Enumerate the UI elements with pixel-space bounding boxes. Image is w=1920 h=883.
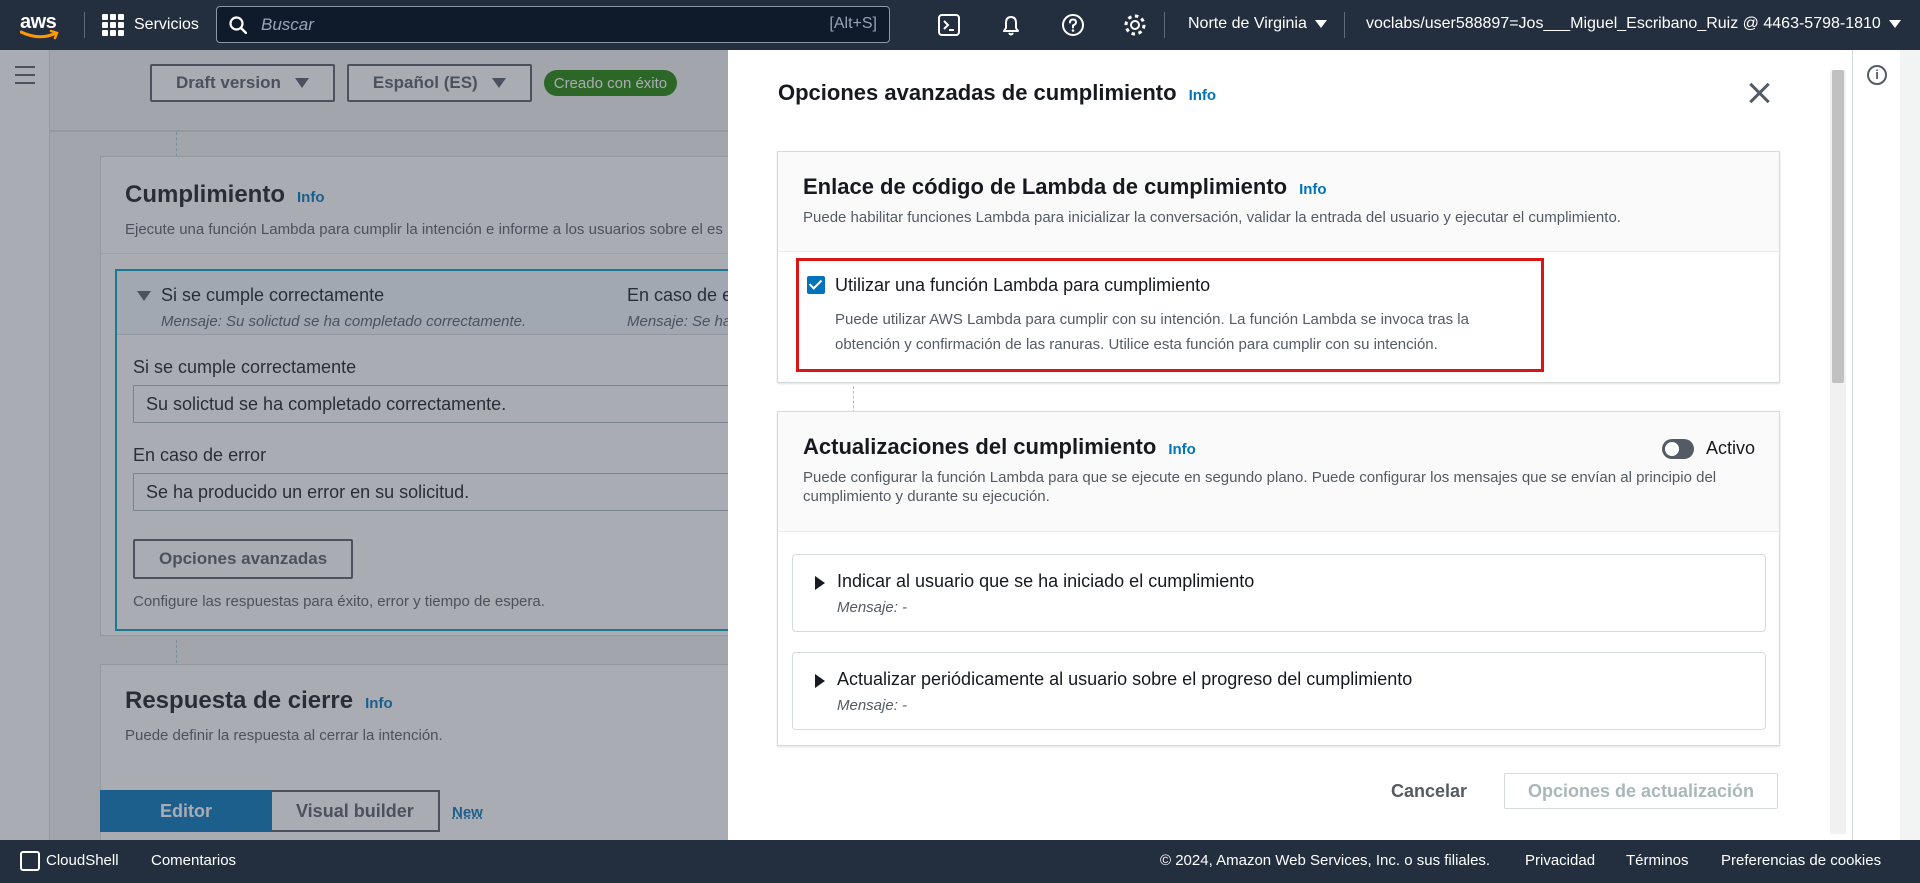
footer-privacy[interactable]: Privacidad bbox=[1525, 852, 1595, 869]
section-title: Indicar al usuario que se ha iniciado el… bbox=[837, 571, 1255, 591]
services-grid-icon bbox=[102, 14, 124, 36]
cloudshell-icon[interactable] bbox=[936, 12, 962, 38]
footer: CloudShell Comentarios © 2024, Amazon We… bbox=[0, 840, 1920, 883]
search-icon bbox=[229, 16, 247, 34]
section-message: Mensaje: - bbox=[837, 697, 908, 714]
footer-copyright: © 2024, Amazon Web Services, Inc. o sus … bbox=[1160, 852, 1491, 869]
advanced-options-panel: Opciones avanzadas de cumplimiento Info … bbox=[728, 50, 1898, 840]
info-link[interactable]: Info bbox=[1168, 441, 1196, 458]
nav-separator bbox=[1344, 12, 1345, 38]
account-menu[interactable]: voclabs/user588897=Jos___Miguel_Escriban… bbox=[1366, 15, 1901, 33]
search-input[interactable] bbox=[261, 13, 761, 37]
right-rail: i bbox=[1852, 50, 1900, 840]
gear-icon[interactable] bbox=[1122, 12, 1148, 38]
panel-title: Opciones avanzadas de cumplimiento bbox=[778, 80, 1177, 105]
lambda-checkbox-label[interactable]: Utilizar una función Lambda para cumplim… bbox=[835, 275, 1210, 296]
caret-down-icon bbox=[1888, 20, 1901, 28]
services-menu-button[interactable]: Servicios bbox=[102, 14, 199, 36]
lambda-checkbox-highlight: Utilizar una función Lambda para cumplim… bbox=[796, 258, 1544, 372]
footer-cloudshell[interactable]: CloudShell bbox=[46, 852, 119, 869]
services-label: Servicios bbox=[134, 16, 199, 33]
region-label: Norte de Virginia bbox=[1188, 15, 1307, 32]
bell-icon[interactable] bbox=[998, 12, 1024, 38]
lambda-desc-line-2: obtención y confirmación de las ranuras.… bbox=[835, 336, 1438, 353]
toggle-label: Activo bbox=[1705, 438, 1755, 458]
cancel-button[interactable]: Cancelar bbox=[1364, 773, 1494, 809]
toggle-switch[interactable] bbox=[1661, 438, 1694, 459]
lambda-desc-line-1: Puede utilizar AWS Lambda para cumplir c… bbox=[835, 311, 1469, 328]
region-selector[interactable]: Norte de Virginia bbox=[1188, 15, 1327, 33]
section-message: Mensaje: - bbox=[837, 599, 908, 616]
caret-right-icon bbox=[815, 674, 825, 688]
lambda-checkbox[interactable] bbox=[807, 276, 825, 294]
section-title: Actualizar periódicamente al usuario sob… bbox=[837, 669, 1413, 689]
scrollbar-thumb[interactable] bbox=[1832, 70, 1844, 383]
lambda-card-title: Enlace de código de Lambda de cumplimien… bbox=[803, 174, 1288, 199]
updates-card-header: Actualizaciones del cumplimiento Info Pu… bbox=[778, 412, 1779, 532]
active-toggle[interactable]: Activo bbox=[1661, 438, 1755, 459]
lambda-checkbox-description: Puede utilizar AWS Lambda para cumplir c… bbox=[835, 307, 1495, 357]
update-options-button[interactable]: Opciones de actualización bbox=[1504, 773, 1778, 809]
start-update-section[interactable]: Indicar al usuario que se ha iniciado el… bbox=[792, 554, 1766, 632]
nav-separator bbox=[1164, 12, 1165, 38]
aws-smile-icon bbox=[20, 30, 59, 40]
aws-logo[interactable]: aws bbox=[20, 12, 64, 40]
search-shortcut: [Alt+S] bbox=[829, 15, 877, 32]
lambda-card-description: Puede habilitar funciones Lambda para in… bbox=[803, 209, 1621, 226]
help-icon[interactable] bbox=[1060, 12, 1086, 38]
info-link[interactable]: Info bbox=[1189, 87, 1217, 104]
aws-logo-text: aws bbox=[20, 11, 57, 33]
panel-header: Opciones avanzadas de cumplimiento Info bbox=[778, 80, 1216, 106]
close-icon[interactable] bbox=[1748, 82, 1770, 104]
updates-card-title: Actualizaciones del cumplimiento bbox=[803, 434, 1157, 459]
caret-down-icon bbox=[1314, 20, 1327, 28]
periodic-update-section[interactable]: Actualizar periódicamente al usuario sob… bbox=[792, 652, 1766, 730]
top-navigation: aws Servicios [Alt+S] bbox=[0, 0, 1920, 50]
panel-scrollbar[interactable] bbox=[1830, 70, 1846, 834]
lambda-hook-card: Enlace de código de Lambda de cumplimien… bbox=[777, 151, 1780, 383]
account-label: voclabs/user588897=Jos___Miguel_Escriban… bbox=[1366, 15, 1881, 32]
modal-backdrop[interactable] bbox=[0, 50, 728, 840]
caret-right-icon bbox=[815, 576, 825, 590]
updates-card-description: Puede configurar la función Lambda para … bbox=[803, 469, 1717, 505]
footer-cookies[interactable]: Preferencias de cookies bbox=[1721, 852, 1881, 869]
fulfillment-updates-card: Actualizaciones del cumplimiento Info Pu… bbox=[777, 411, 1780, 746]
search-box[interactable]: [Alt+S] bbox=[216, 6, 890, 43]
info-panel-icon[interactable]: i bbox=[1867, 65, 1887, 85]
info-link[interactable]: Info bbox=[1299, 181, 1327, 198]
footer-terms[interactable]: Términos bbox=[1626, 852, 1689, 869]
cloudshell-icon[interactable] bbox=[20, 851, 40, 871]
nav-separator bbox=[84, 12, 85, 38]
lambda-card-header: Enlace de código de Lambda de cumplimien… bbox=[778, 152, 1779, 252]
footer-feedback[interactable]: Comentarios bbox=[151, 852, 236, 869]
